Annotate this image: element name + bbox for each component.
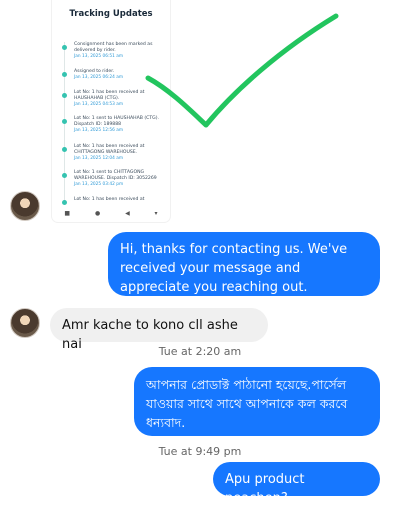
recent-apps-icon: ■ [64, 209, 71, 217]
timeline-dot [62, 173, 67, 178]
timeline-dot [62, 200, 67, 205]
outgoing-message[interactable]: আপনার প্রোডাক্ট পাঠানো হয়েছে.পার্সেল যা… [134, 367, 380, 436]
home-icon: ● [94, 209, 101, 217]
tracking-update-date: Jan 13, 2025 12:04 am [74, 156, 124, 161]
message-timestamp: Tue at 2:20 am [158, 345, 242, 358]
tracking-update-text: Lot No: 1 sent to CHITTAGONG WAREHOUSE. … [74, 170, 157, 181]
check-mark-icon [145, 13, 339, 128]
tracking-update-text: Lot No: 1 has been received at CHITTAGON… [74, 144, 145, 155]
incoming-message[interactable]: Amr kache to kono cll ashe nai [50, 308, 268, 352]
phone-nav-bar: ■ ● ◀ ▾ [52, 207, 170, 219]
tracking-update-text: Assigned to rider. [74, 69, 115, 74]
timeline-dot [62, 72, 67, 77]
tracking-update-date: Jan 13, 2025 03:42 pm [74, 182, 124, 187]
contact-avatar[interactable] [10, 191, 40, 221]
outgoing-message[interactable]: Hi, thanks for contacting us. We've rece… [108, 232, 380, 296]
timeline-dot [62, 147, 67, 152]
back-icon: ◀ [125, 209, 130, 217]
timeline-dot [62, 45, 67, 50]
timeline-dot [62, 119, 67, 124]
outgoing-message[interactable]: Apu product peachen? [213, 462, 380, 506]
timeline-dot [62, 93, 67, 98]
message-timestamp: Tue at 9:49 pm [158, 445, 242, 458]
contact-avatar[interactable] [10, 308, 40, 338]
chevron-down-icon: ▾ [154, 209, 158, 217]
tracking-update-text: Lot No: 1 has been received at [74, 197, 145, 202]
tracking-update-text: Lot No: 1 has been received at HAUSHAHAB… [74, 90, 145, 101]
